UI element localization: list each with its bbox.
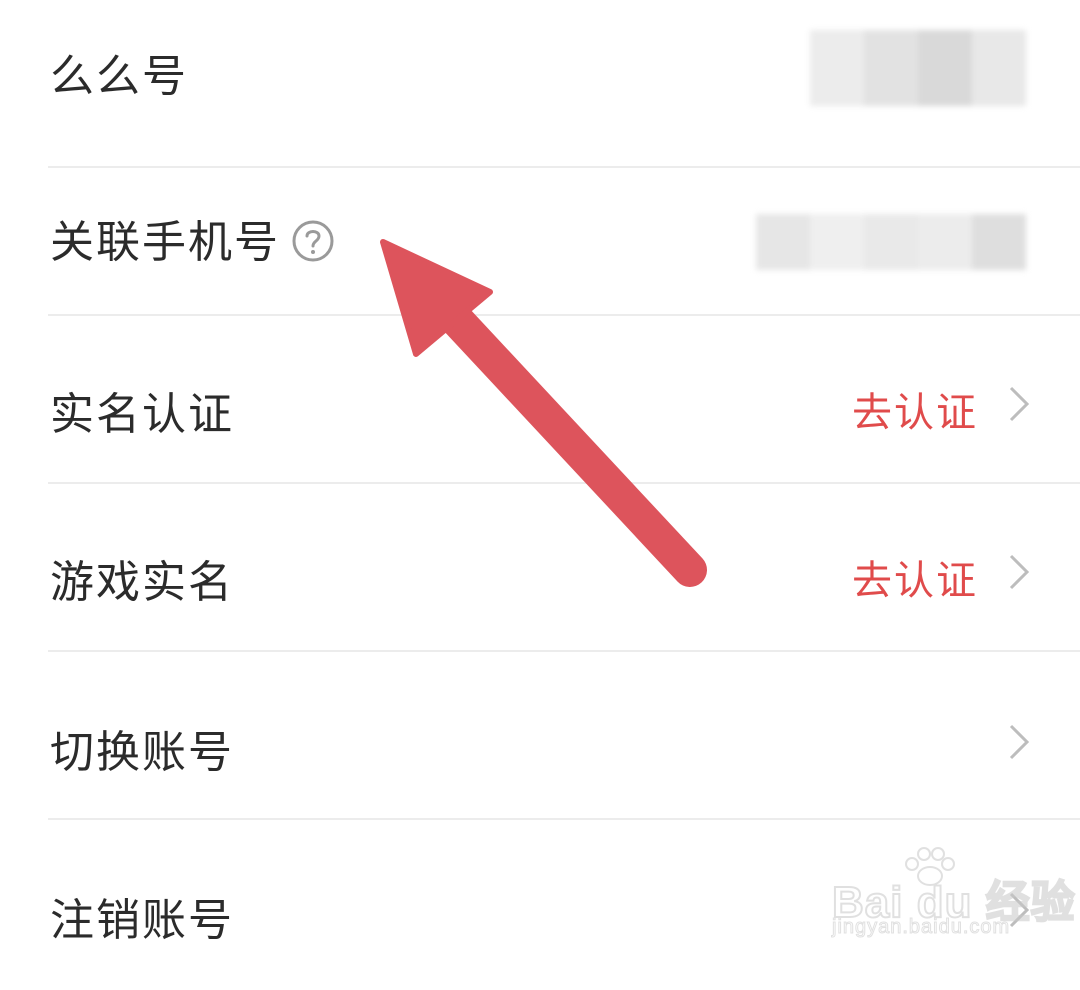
real-name-auth-action[interactable]: 去认证 xyxy=(852,380,978,438)
baidu-jingyan-watermark: Bai du 经验 jingyan.baidu.com xyxy=(826,846,1076,946)
real-name-auth-label: 实名认证 xyxy=(50,389,234,440)
settings-row-momo-id: 么么号 xyxy=(0,0,1080,168)
settings-row-real-name-auth[interactable]: 实名认证 去认证 xyxy=(0,316,1080,484)
switch-account-label: 切换账号 xyxy=(50,727,234,778)
chevron-right-icon xyxy=(1009,386,1030,422)
chevron-right-icon xyxy=(1009,554,1030,590)
watermark-url: jingyan.baidu.com xyxy=(831,916,1011,939)
momo-id-label: 么么号 xyxy=(50,51,188,102)
account-settings-list: 么么号 关联手机号 实名认证 去认证 游戏实名 去认证 切换账号 注销账号 xyxy=(0,0,1080,964)
settings-row-game-real-name[interactable]: 游戏实名 去认证 xyxy=(0,484,1080,652)
settings-row-linked-phone[interactable]: 关联手机号 xyxy=(0,148,1080,316)
linked-phone-value-redacted xyxy=(756,214,1026,270)
settings-row-switch-account[interactable]: 切换账号 xyxy=(0,652,1080,820)
linked-phone-label: 关联手机号 xyxy=(50,206,336,270)
chevron-right-icon xyxy=(1009,724,1030,760)
game-real-name-action[interactable]: 去认证 xyxy=(852,548,978,606)
momo-id-value-redacted xyxy=(810,30,1026,106)
delete-account-label: 注销账号 xyxy=(50,895,234,946)
question-circle-icon[interactable] xyxy=(290,218,336,264)
game-real-name-label: 游戏实名 xyxy=(50,557,234,608)
row-divider xyxy=(48,818,1080,820)
linked-phone-label-text: 关联手机号 xyxy=(50,217,280,268)
